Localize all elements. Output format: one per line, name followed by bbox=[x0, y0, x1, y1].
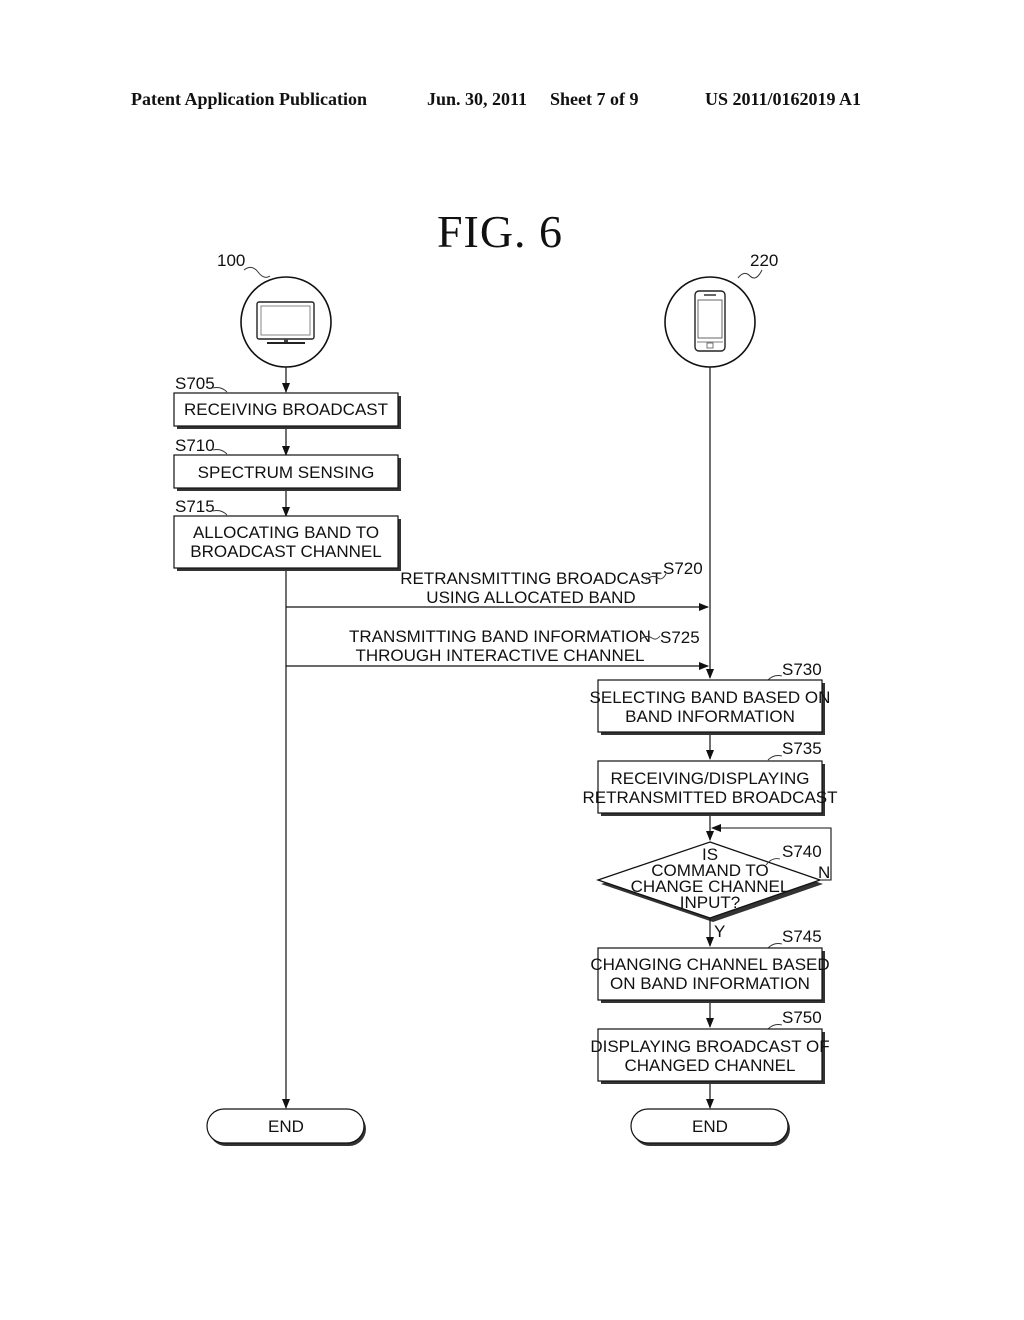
actor-circle bbox=[240, 276, 332, 368]
step-text-line-2: ON BAND INFORMATION bbox=[610, 974, 810, 993]
step-text-line-1: RECEIVING/DISPLAYING bbox=[610, 769, 809, 788]
step-text-line-1: ALLOCATING BAND TO bbox=[193, 523, 379, 542]
mobile-phone-icon bbox=[694, 290, 726, 352]
actor-ref-100: 100 bbox=[217, 251, 245, 270]
step-text-line-1: CHANGING CHANNEL BASED bbox=[590, 955, 829, 974]
decision-s740: IS COMMAND TO CHANGE CHANNEL INPUT? S740… bbox=[595, 824, 832, 941]
step-id: S730 bbox=[782, 660, 822, 679]
step-text-line-2: CHANGED CHANNEL bbox=[625, 1056, 796, 1075]
message-text-line-2: THROUGH INTERACTIVE CHANNEL bbox=[355, 646, 644, 665]
message-s725: TRANSMITTING BAND INFORMATION THROUGH IN… bbox=[286, 627, 709, 670]
step-id: S725 bbox=[660, 628, 700, 647]
terminal-end-right: END bbox=[630, 1108, 790, 1146]
terminal-end-left: END bbox=[206, 1108, 366, 1146]
leader-line bbox=[737, 269, 763, 279]
actor-ref-220: 220 bbox=[750, 251, 778, 270]
message-text-line-1: RETRANSMITTING BROADCAST bbox=[400, 569, 662, 588]
tv-icon bbox=[256, 301, 315, 344]
step-id: S720 bbox=[663, 559, 703, 578]
step-text-line-1: SELECTING BAND BASED ON bbox=[590, 688, 831, 707]
step-id: S735 bbox=[782, 739, 822, 758]
step-s705: S705 RECEIVING BROADCAST bbox=[173, 374, 401, 429]
terminal-text: END bbox=[692, 1117, 728, 1136]
flowchart: 100 220 S705 RECEIVING BROADCAST S710 SP… bbox=[173, 251, 838, 1146]
actor-phone: 220 bbox=[664, 251, 778, 368]
step-text-line-2: BAND INFORMATION bbox=[625, 707, 795, 726]
step-text: RECEIVING BROADCAST bbox=[184, 400, 388, 419]
no-label: N bbox=[818, 863, 830, 882]
step-text-line-2: RETRANSMITTED BROADCAST bbox=[582, 788, 837, 807]
step-text-line-2: BROADCAST CHANNEL bbox=[190, 542, 381, 561]
decision-text-line-4: INPUT? bbox=[680, 893, 740, 912]
message-text-line-2: USING ALLOCATED BAND bbox=[426, 588, 635, 607]
actor-tv: 100 bbox=[217, 251, 332, 368]
step-id: S715 bbox=[175, 497, 215, 516]
step-id: S740 bbox=[782, 842, 822, 861]
step-s710: S710 SPECTRUM SENSING bbox=[173, 436, 401, 491]
message-text-line-1: TRANSMITTING BAND INFORMATION bbox=[349, 627, 651, 646]
step-id: S750 bbox=[782, 1008, 822, 1027]
step-text-line-1: DISPLAYING BROADCAST OF bbox=[590, 1037, 829, 1056]
terminal-text: END bbox=[268, 1117, 304, 1136]
step-id: S710 bbox=[175, 436, 215, 455]
yes-label: Y bbox=[714, 922, 725, 941]
leader-line bbox=[243, 266, 271, 278]
step-id: S745 bbox=[782, 927, 822, 946]
step-text: SPECTRUM SENSING bbox=[198, 463, 375, 482]
step-s715: S715 ALLOCATING BAND TO BROADCAST CHANNE… bbox=[173, 497, 401, 571]
step-id: S705 bbox=[175, 374, 215, 393]
